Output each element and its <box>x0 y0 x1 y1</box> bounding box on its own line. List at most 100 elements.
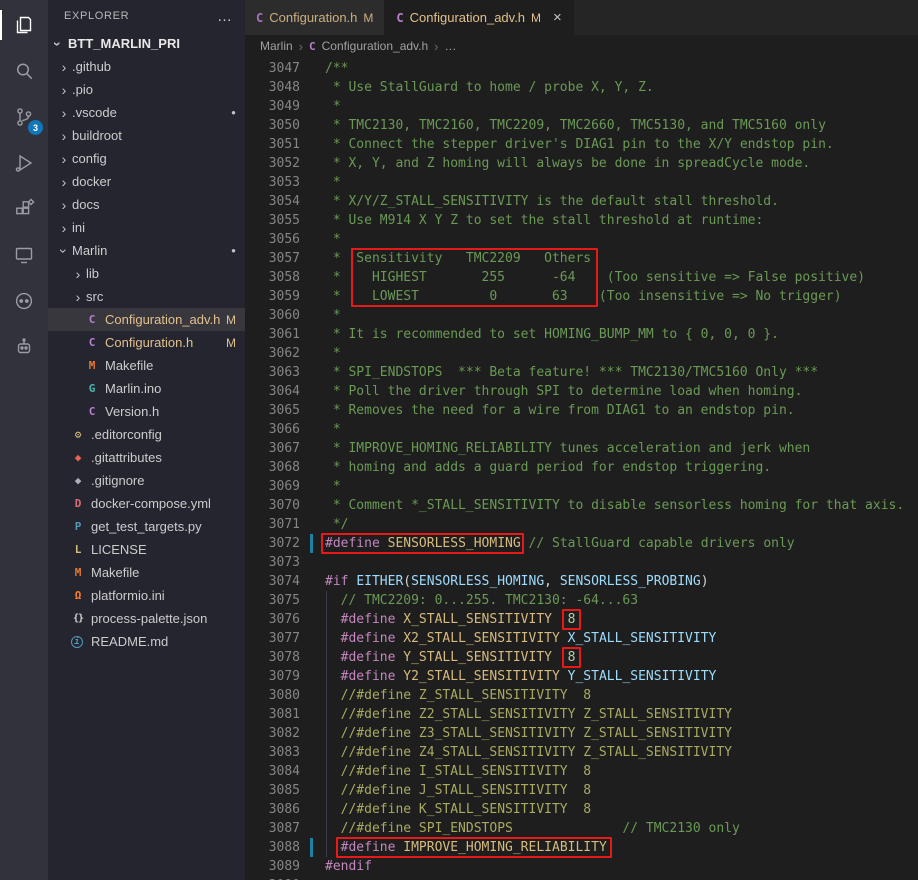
code-line-3080[interactable]: 3080 //#define Z_STALL_SENSITIVITY 8 <box>245 686 918 705</box>
tree-file-.gitattributes[interactable]: ◆.gitattributes <box>48 446 245 469</box>
tree-file-process-palette.json[interactable]: {}process-palette.json <box>48 607 245 630</box>
breadcrumb-item[interactable]: Marlin <box>260 39 293 53</box>
activity-explorer-button[interactable] <box>0 2 48 48</box>
code-line-3089[interactable]: 3089#endif <box>245 857 918 876</box>
code-line-3083[interactable]: 3083 //#define Z4_STALL_SENSITIVITY Z_ST… <box>245 743 918 762</box>
tree-file-marlin.ino[interactable]: GMarlin.ino <box>48 377 245 400</box>
code-line-3067[interactable]: 3067 * IMPROVE_HOMING_RELIABILITY tunes … <box>245 439 918 458</box>
code-line-3047[interactable]: 3047/** <box>245 59 918 78</box>
code-line-3054[interactable]: 3054 * X/Y/Z_STALL_SENSITIVITY is the de… <box>245 192 918 211</box>
code-line-3090[interactable]: 3090 <box>245 876 918 880</box>
code-line-3050[interactable]: 3050 * TMC2130, TMC2160, TMC2209, TMC266… <box>245 116 918 135</box>
code-line-3051[interactable]: 3051 * Connect the stepper driver's DIAG… <box>245 135 918 154</box>
tab-label: Configuration_adv.h <box>410 10 525 25</box>
item-label: .pio <box>72 82 93 97</box>
code-line-3071[interactable]: 3071 */ <box>245 515 918 534</box>
code-line-3057[interactable]: 3057 * Sensitivity TMC2209 Others <box>245 249 918 268</box>
tree-folder-ini[interactable]: ›ini <box>48 216 245 239</box>
tree-folder-docs[interactable]: ›docs <box>48 193 245 216</box>
line-number: 3062 <box>245 344 300 363</box>
activity-extensions-button[interactable] <box>0 186 48 232</box>
code-line-3059[interactable]: 3059 * LOWEST 0 63 (Too insensitive => N… <box>245 287 918 306</box>
tree-file-configuration_adv.h[interactable]: CConfiguration_adv.hM <box>48 308 245 331</box>
code-line-3066[interactable]: 3066 * <box>245 420 918 439</box>
code-line-3070[interactable]: 3070 * Comment *_STALL_SENSITIVITY to di… <box>245 496 918 515</box>
tree-folder-buildroot[interactable]: ›buildroot <box>48 124 245 147</box>
code-line-3060[interactable]: 3060 * <box>245 306 918 325</box>
activity-remote-explorer-button[interactable] <box>0 232 48 278</box>
code-line-3065[interactable]: 3065 * Removes the need for a wire from … <box>245 401 918 420</box>
code-line-3073[interactable]: 3073 <box>245 553 918 572</box>
code-line-3068[interactable]: 3068 * homing and adds a guard period fo… <box>245 458 918 477</box>
code-line-3062[interactable]: 3062 * <box>245 344 918 363</box>
code-line-3064[interactable]: 3064 * Poll the driver through SPI to de… <box>245 382 918 401</box>
code-editor[interactable]: 3047/**3048 * Use StallGuard to home / p… <box>245 57 918 880</box>
breadcrumb-item[interactable]: Configuration_adv.h <box>322 39 429 53</box>
tree-file-platformio.ini[interactable]: Ωplatformio.ini <box>48 584 245 607</box>
tree-file-.editorconfig[interactable]: ⚙.editorconfig <box>48 423 245 446</box>
code-line-3085[interactable]: 3085 //#define J_STALL_SENSITIVITY 8 <box>245 781 918 800</box>
tree-file-.gitignore[interactable]: ◆.gitignore <box>48 469 245 492</box>
project-root[interactable]: › BTT_MARLIN_PRI <box>48 32 245 55</box>
code-line-3082[interactable]: 3082 //#define Z3_STALL_SENSITIVITY Z_ST… <box>245 724 918 743</box>
item-label: .gitignore <box>91 473 144 488</box>
code-line-3074[interactable]: 3074#if EITHER(SENSORLESS_HOMING, SENSOR… <box>245 572 918 591</box>
code-line-3075[interactable]: 3075 // TMC2209: 0...255. TMC2130: -64..… <box>245 591 918 610</box>
tree-file-makefile[interactable]: MMakefile <box>48 561 245 584</box>
tree-file-version.h[interactable]: CVersion.h <box>48 400 245 423</box>
tree-folder-docker[interactable]: ›docker <box>48 170 245 193</box>
code-line-3088[interactable]: 3088 #define IMPROVE_HOMING_RELIABILITY <box>245 838 918 857</box>
activity-platformio-alien-button[interactable] <box>0 278 48 324</box>
json-file-icon: {} <box>71 613 85 624</box>
tree-folder-.vscode[interactable]: ›.vscode● <box>48 101 245 124</box>
tree-folder-src[interactable]: ›src <box>48 285 245 308</box>
activity-run-debug-button[interactable] <box>0 140 48 186</box>
code-line-3058[interactable]: 3058 * HIGHEST 255 -64 (Too sensitive =>… <box>245 268 918 287</box>
tree-file-makefile[interactable]: MMakefile <box>48 354 245 377</box>
c-file-icon: C <box>256 11 263 25</box>
code-line-3078[interactable]: 3078 #define Y_STALL_SENSITIVITY 8 <box>245 648 918 667</box>
item-label: docs <box>72 197 99 212</box>
code-line-3084[interactable]: 3084 //#define I_STALL_SENSITIVITY 8 <box>245 762 918 781</box>
tree-file-docker-compose.yml[interactable]: Ddocker-compose.yml <box>48 492 245 515</box>
tree-file-readme.md[interactable]: iREADME.md <box>48 630 245 653</box>
code-line-3049[interactable]: 3049 * <box>245 97 918 116</box>
line-number: 3061 <box>245 325 300 344</box>
tab-configuration.h[interactable]: CConfiguration.hM <box>245 0 385 35</box>
code-line-3087[interactable]: 3087 //#define SPI_ENDSTOPS // TMC2130 o… <box>245 819 918 838</box>
code-line-3052[interactable]: 3052 * X, Y, and Z homing will always be… <box>245 154 918 173</box>
code-line-3077[interactable]: 3077 #define X2_STALL_SENSITIVITY X_STAL… <box>245 629 918 648</box>
close-icon[interactable]: × <box>553 10 562 25</box>
code-line-3053[interactable]: 3053 * <box>245 173 918 192</box>
tree-folder-config[interactable]: ›config <box>48 147 245 170</box>
code-line-3055[interactable]: 3055 * Use M914 X Y Z to set the stall t… <box>245 211 918 230</box>
code-line-3063[interactable]: 3063 * SPI_ENDSTOPS *** Beta feature! **… <box>245 363 918 382</box>
code-line-3076[interactable]: 3076 #define X_STALL_SENSITIVITY 8 <box>245 610 918 629</box>
line-number: 3086 <box>245 800 300 819</box>
line-number: 3050 <box>245 116 300 135</box>
tree-file-configuration.h[interactable]: CConfiguration.hM <box>48 331 245 354</box>
code-line-3081[interactable]: 3081 //#define Z2_STALL_SENSITIVITY Z_ST… <box>245 705 918 724</box>
code-line-3072[interactable]: 3072#define SENSORLESS_HOMING // StallGu… <box>245 534 918 553</box>
activity-auto-build-marlin-button[interactable] <box>0 324 48 370</box>
code-line-3056[interactable]: 3056 * <box>245 230 918 249</box>
activity-search-button[interactable] <box>0 48 48 94</box>
tab-configuration_adv.h[interactable]: CConfiguration_adv.hM× <box>385 0 573 35</box>
code-line-3061[interactable]: 3061 * It is recommended to set HOMING_B… <box>245 325 918 344</box>
code-line-3086[interactable]: 3086 //#define K_STALL_SENSITIVITY 8 <box>245 800 918 819</box>
tree-file-get_test_targets.py[interactable]: Pget_test_targets.py <box>48 515 245 538</box>
makefile-file-icon: M <box>71 566 85 579</box>
chevron-down-icon: › <box>51 36 65 52</box>
more-actions-icon[interactable]: … <box>217 8 233 25</box>
tree-folder-lib[interactable]: ›lib <box>48 262 245 285</box>
line-number: 3084 <box>245 762 300 781</box>
tree-file-license[interactable]: LLICENSE <box>48 538 245 561</box>
tree-folder-.pio[interactable]: ›.pio <box>48 78 245 101</box>
tree-folder-.github[interactable]: ›.github <box>48 55 245 78</box>
tree-folder-marlin[interactable]: ›Marlin● <box>48 239 245 262</box>
activity-source-control-button[interactable]: 3 <box>0 94 48 140</box>
code-line-3069[interactable]: 3069 * <box>245 477 918 496</box>
code-line-3048[interactable]: 3048 * Use StallGuard to home / probe X,… <box>245 78 918 97</box>
breadcrumb-item[interactable]: … <box>445 39 457 53</box>
code-line-3079[interactable]: 3079 #define Y2_STALL_SENSITIVITY Y_STAL… <box>245 667 918 686</box>
